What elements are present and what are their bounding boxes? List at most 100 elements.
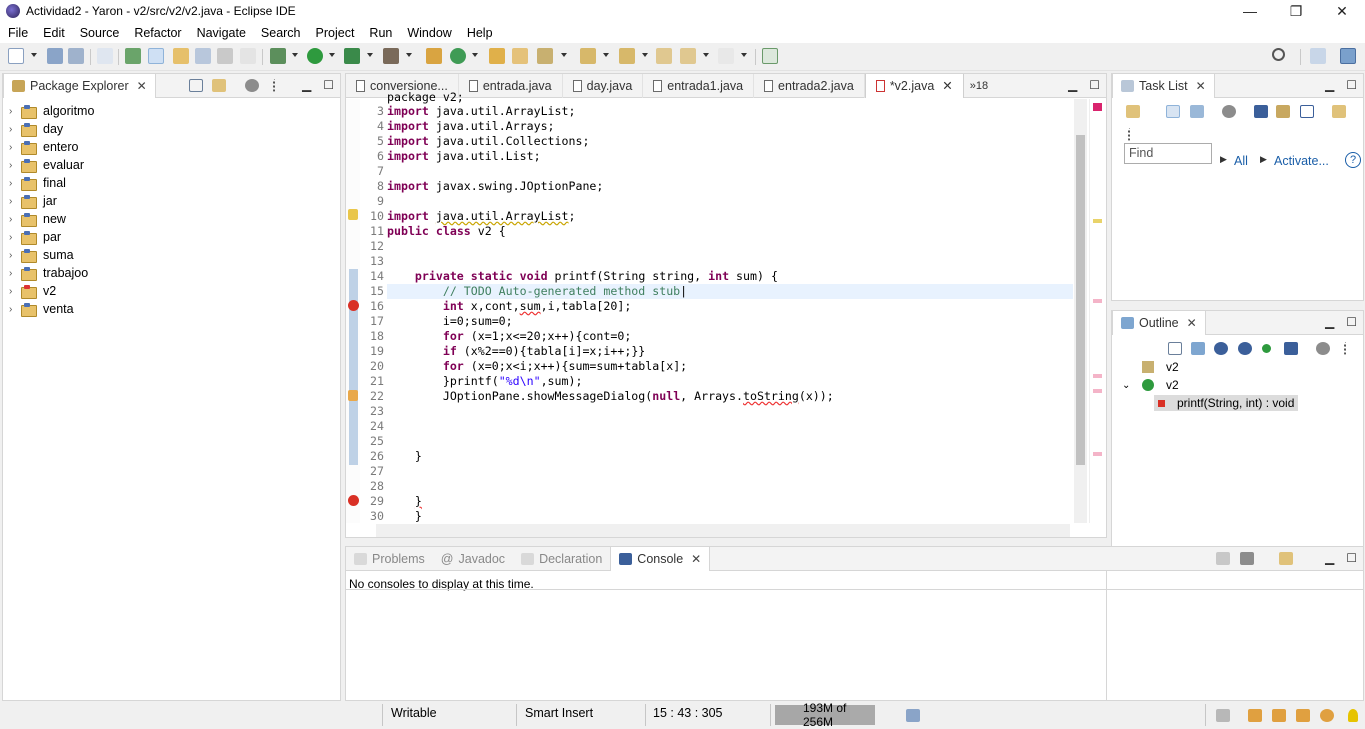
close-icon[interactable]: ✕ — [1196, 79, 1206, 93]
last-edit-icon[interactable] — [656, 48, 672, 64]
new-java-project-icon[interactable] — [426, 48, 442, 64]
minimize-icon[interactable]: ▁ — [1325, 78, 1334, 92]
debug-icon[interactable] — [270, 48, 286, 64]
next-edit-icon[interactable] — [580, 48, 596, 64]
lightbulb-icon[interactable] — [1348, 709, 1358, 722]
hide-static-icon[interactable] — [1238, 342, 1252, 355]
close-icon[interactable]: ✕ — [137, 79, 147, 93]
menu-search[interactable]: Search — [253, 26, 308, 40]
prev-edit-icon[interactable] — [619, 48, 635, 64]
pin-console-icon[interactable] — [1216, 552, 1230, 565]
back-dropdown-icon[interactable] — [703, 53, 709, 57]
maximize-icon[interactable]: ☐ — [1346, 551, 1357, 565]
categorized-icon[interactable] — [1166, 105, 1180, 118]
prev-edit-dropdown-icon[interactable] — [642, 53, 648, 57]
external-tools-icon[interactable] — [383, 48, 399, 64]
new-class-dropdown-icon[interactable] — [472, 53, 478, 57]
java-perspective-icon[interactable] — [1340, 48, 1356, 64]
maximize-icon[interactable]: ☐ — [1089, 78, 1100, 92]
editor-tab-entrada1[interactable]: entrada1.java — [643, 73, 755, 98]
forward-icon[interactable] — [718, 48, 734, 64]
error-warning-icon[interactable] — [348, 390, 358, 401]
chevron-right-icon[interactable]: › — [9, 286, 21, 297]
annotation-icon[interactable] — [173, 48, 189, 64]
tree-item-venta[interactable]: › venta — [9, 300, 94, 318]
collapse-all-icon[interactable] — [1300, 105, 1314, 118]
chevron-down-icon[interactable]: ⌄ — [1122, 380, 1134, 391]
collapse-all-icon[interactable] — [1168, 342, 1182, 355]
close-icon[interactable]: ✕ — [691, 552, 701, 566]
hide-non-public-icon[interactable] — [1262, 344, 1271, 353]
menu-source[interactable]: Source — [72, 26, 127, 40]
chevron-right-icon[interactable]: › — [9, 196, 21, 207]
search-tool-icon[interactable] — [537, 48, 553, 64]
back-icon[interactable] — [680, 48, 696, 64]
pin-editor-icon[interactable] — [762, 48, 778, 64]
tree-item-v2[interactable]: › v2 — [9, 282, 94, 300]
chevron-right-icon[interactable]: › — [9, 250, 21, 261]
progress-icon[interactable] — [1216, 709, 1230, 722]
filter-icon[interactable] — [245, 79, 259, 92]
garbage-collect-icon[interactable] — [906, 709, 920, 722]
hide-fields-icon[interactable] — [1214, 342, 1228, 355]
error-icon[interactable] — [348, 300, 359, 311]
minimize-button[interactable]: — — [1227, 0, 1273, 22]
activate-link[interactable]: Activate... — [1274, 154, 1329, 168]
chevron-right-icon[interactable]: › — [9, 142, 21, 153]
new-task-icon[interactable] — [1126, 105, 1140, 118]
minimize-icon[interactable]: ▁ — [1325, 551, 1334, 565]
heap-status[interactable]: 193M of 256M — [775, 701, 875, 729]
scheduled-icon[interactable] — [1190, 105, 1204, 118]
focus-icon[interactable] — [1276, 105, 1290, 118]
close-icon[interactable]: ✕ — [942, 78, 952, 93]
tab-task-list[interactable]: Task List ✕ — [1112, 73, 1215, 98]
smiley-icon[interactable] — [1320, 709, 1334, 722]
tree-item-par[interactable]: › par — [9, 228, 94, 246]
find-input[interactable]: Find — [1124, 143, 1212, 164]
mark-occurrences-icon[interactable] — [125, 48, 141, 64]
open-type-icon[interactable] — [489, 48, 505, 64]
tab-outline[interactable]: Outline ✕ — [1112, 310, 1206, 335]
hide-local-types-icon[interactable] — [1284, 342, 1298, 355]
filter-icon[interactable] — [1316, 342, 1330, 355]
close-button[interactable]: ✕ — [1319, 0, 1365, 22]
minimize-icon[interactable]: ▁ — [1068, 78, 1077, 92]
error-summary-icon[interactable] — [1093, 103, 1102, 111]
book-icon[interactable] — [1248, 709, 1262, 722]
next-annotation-icon[interactable] — [195, 48, 211, 64]
tab-declaration[interactable]: Declaration — [513, 547, 610, 571]
tree-item-entero[interactable]: › entero — [9, 138, 94, 156]
more-tabs-button[interactable]: »18 — [964, 74, 994, 98]
next-edit-dropdown-icon[interactable] — [603, 53, 609, 57]
save-all-icon[interactable] — [68, 48, 84, 64]
open-task-icon[interactable] — [512, 48, 528, 64]
menu-help[interactable]: Help — [459, 26, 500, 40]
close-icon[interactable]: ✕ — [1187, 316, 1197, 330]
link-icon[interactable] — [97, 48, 113, 64]
search-icon[interactable] — [1272, 48, 1285, 61]
chevron-right-icon[interactable]: › — [9, 160, 21, 171]
forward-dropdown-icon[interactable] — [741, 53, 747, 57]
tree-item-algoritmo[interactable]: › algoritmo — [9, 102, 94, 120]
tree-item-day[interactable]: › day — [9, 120, 94, 138]
code-editor[interactable]: package v2; 3 import java.util.ArrayList… — [346, 90, 1106, 523]
restore-button[interactable]: ❐ — [1273, 0, 1319, 22]
scroll-thumb[interactable] — [1076, 135, 1085, 465]
tree-item-suma[interactable]: › suma — [9, 246, 94, 264]
wand-icon[interactable] — [1296, 709, 1310, 722]
chevron-right-icon[interactable]: › — [9, 106, 21, 117]
graduation-cap-icon[interactable] — [1272, 709, 1286, 722]
editor-tab-entrada2[interactable]: entrada2.java — [754, 73, 865, 98]
menu-project[interactable]: Project — [308, 26, 362, 40]
maximize-icon[interactable]: ☐ — [1346, 315, 1357, 329]
menu-window[interactable]: Window — [399, 26, 458, 40]
menu-run[interactable]: Run — [361, 26, 399, 40]
chevron-right-icon[interactable]: › — [9, 214, 21, 225]
view-menu-icon[interactable] — [273, 79, 277, 92]
highlight-icon[interactable] — [148, 48, 164, 64]
outline-item-method[interactable]: printf(String, int) : void — [1154, 395, 1299, 411]
new-icon[interactable] — [8, 48, 24, 64]
run-dropdown-icon[interactable] — [329, 53, 335, 57]
open-console-icon[interactable] — [1279, 552, 1293, 565]
collapse-all-icon[interactable] — [189, 79, 203, 92]
